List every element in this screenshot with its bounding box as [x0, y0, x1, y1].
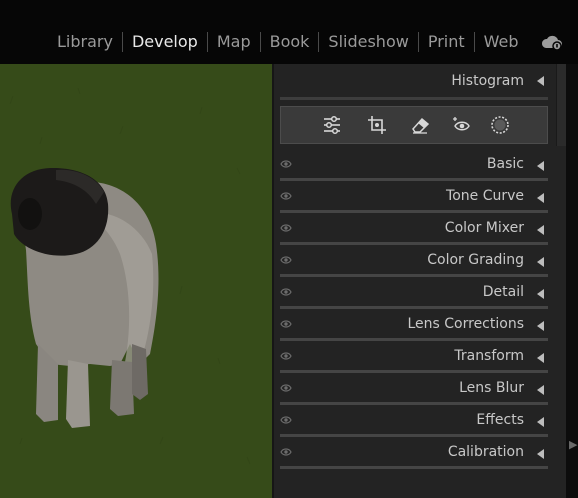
module-list: Library Develop Map Book Slideshow Print… [48, 31, 528, 53]
panel-section-transform[interactable]: Transform [274, 341, 556, 373]
panel-section-lens-corrections[interactable]: Lens Corrections [274, 309, 556, 341]
eye-icon[interactable] [280, 287, 292, 297]
red-eye-icon[interactable] [451, 114, 473, 136]
panel-section-lens-blur[interactable]: Lens Blur [274, 373, 556, 405]
develop-tool-strip [280, 106, 548, 144]
panel-section-tone-curve[interactable]: Tone Curve [274, 181, 556, 213]
section-label: Lens Blur [459, 380, 524, 396]
panel-section-color-grading[interactable]: Color Grading [274, 245, 556, 277]
module-slideshow[interactable]: Slideshow [319, 31, 417, 53]
histogram-label: Histogram [451, 73, 524, 89]
eye-icon[interactable] [280, 319, 292, 329]
panel-section-calibration[interactable]: Calibration [274, 437, 556, 469]
section-label: Detail [482, 284, 524, 300]
collapse-right-panel-icon[interactable]: ▶ [569, 438, 577, 451]
panel-section-color-mixer[interactable]: Color Mixer [274, 213, 556, 245]
collapse-triangle-icon[interactable] [537, 76, 544, 86]
module-picker-bar: Library Develop Map Book Slideshow Print… [0, 0, 578, 64]
histogram-header[interactable]: Histogram [274, 64, 556, 97]
module-web[interactable]: Web [475, 31, 528, 53]
collapse-triangle-icon[interactable] [537, 193, 544, 203]
module-develop[interactable]: Develop [123, 31, 207, 53]
section-label: Calibration [447, 444, 524, 460]
masking-icon[interactable] [489, 114, 511, 136]
module-print[interactable]: Print [419, 31, 474, 53]
eraser-icon[interactable] [409, 114, 431, 136]
photo-preview[interactable] [0, 64, 272, 498]
cloud-sync-icon[interactable] [540, 33, 564, 51]
panel-section-detail[interactable]: Detail [274, 277, 556, 309]
section-label: Lens Corrections [407, 316, 524, 332]
collapse-triangle-icon[interactable] [537, 449, 544, 459]
collapse-triangle-icon[interactable] [537, 353, 544, 363]
section-divider [280, 466, 548, 469]
crop-icon[interactable] [366, 114, 388, 136]
module-library[interactable]: Library [48, 31, 122, 53]
panel-section-basic[interactable]: Basic [274, 149, 556, 181]
section-label: Transform [454, 348, 524, 364]
pug-photo [0, 64, 272, 498]
histogram-divider [280, 97, 548, 100]
section-label: Color Grading [427, 252, 524, 268]
panel-scrollbar[interactable] [566, 64, 578, 498]
module-map[interactable]: Map [208, 31, 260, 53]
collapse-triangle-icon[interactable] [537, 289, 544, 299]
section-label: Basic [486, 156, 524, 172]
collapse-triangle-icon[interactable] [537, 321, 544, 331]
edit-sliders-icon[interactable] [321, 114, 343, 136]
eye-icon[interactable] [280, 255, 292, 265]
panel-section-effects[interactable]: Effects [274, 405, 556, 437]
module-book[interactable]: Book [261, 31, 319, 53]
section-label: Color Mixer [444, 220, 524, 236]
eye-icon[interactable] [280, 383, 292, 393]
eye-icon[interactable] [280, 351, 292, 361]
section-label: Effects [476, 412, 524, 428]
collapse-triangle-icon[interactable] [537, 417, 544, 427]
eye-icon[interactable] [280, 447, 292, 457]
collapse-triangle-icon[interactable] [537, 161, 544, 171]
section-label: Tone Curve [446, 188, 524, 204]
eye-icon[interactable] [280, 191, 292, 201]
collapse-triangle-icon[interactable] [537, 225, 544, 235]
collapse-triangle-icon[interactable] [537, 385, 544, 395]
collapse-triangle-icon[interactable] [537, 257, 544, 267]
eye-icon[interactable] [280, 159, 292, 169]
eye-icon[interactable] [280, 415, 292, 425]
eye-icon[interactable] [280, 223, 292, 233]
